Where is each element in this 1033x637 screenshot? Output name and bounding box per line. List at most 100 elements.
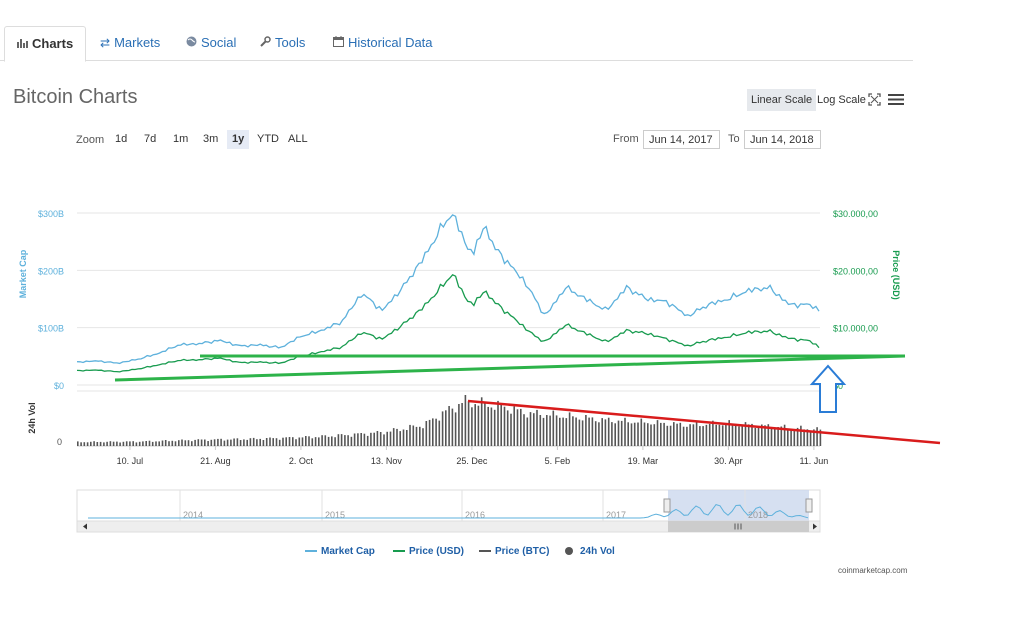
- volume-bar: [210, 439, 213, 446]
- volume-bar: [451, 408, 454, 446]
- volume-bar: [246, 439, 248, 446]
- volume-bar: [324, 435, 327, 446]
- volume-bar: [129, 441, 131, 446]
- volume-bar: [145, 441, 147, 446]
- price-chart: $0$100B$200B$300BMarket Cap$0$10.000,00$…: [18, 209, 941, 557]
- volume-bar: [80, 442, 82, 446]
- volume-bar: [620, 420, 623, 446]
- volume-bar: [331, 436, 333, 446]
- volume-bar: [448, 406, 450, 446]
- volume-bar: [604, 419, 607, 446]
- volume-bar: [533, 413, 535, 446]
- volume-bar: [435, 418, 437, 446]
- x-tick-label: 5. Feb: [545, 456, 571, 466]
- volume-bar: [695, 422, 698, 446]
- volume-bar: [191, 441, 193, 446]
- volume-bar: [441, 411, 444, 446]
- volume-bar: [181, 439, 183, 446]
- left-axis-tick-label: $300B: [38, 209, 64, 219]
- volume-bar: [321, 435, 323, 446]
- volume-bar: [357, 433, 359, 446]
- volume-bar: [272, 438, 274, 446]
- volume-downtrend-line: [467, 399, 941, 445]
- legend-item-label: Market Cap: [321, 546, 375, 557]
- volume-bar: [627, 422, 629, 446]
- volume-bar: [353, 433, 356, 446]
- volume-bar: [500, 404, 502, 446]
- volume-bar: [718, 424, 721, 446]
- volume-bar: [650, 424, 652, 446]
- volume-bar: [366, 435, 369, 446]
- volume-bar: [106, 441, 108, 446]
- volume-bar: [647, 423, 649, 446]
- volume-bar: [337, 434, 340, 446]
- volume-bar: [585, 415, 587, 446]
- support-trendline: [114, 354, 906, 382]
- volume-bar: [327, 436, 330, 446]
- volume-bar: [510, 413, 512, 446]
- navigator: 2014 2015 2016 2017 2018: [76, 489, 821, 533]
- volume-bar: [529, 412, 532, 446]
- volume-bar: [292, 437, 294, 446]
- volume-bar: [588, 417, 590, 446]
- volume-bar: [747, 424, 750, 446]
- volume-bar: [96, 442, 99, 446]
- volume-bar: [432, 418, 434, 446]
- chart-series: [76, 214, 820, 373]
- volume-bar: [230, 439, 232, 446]
- volume-bar: [581, 420, 584, 446]
- navigator-handle-left: [663, 498, 671, 513]
- volume-bar: [666, 425, 669, 446]
- volume-bar: [487, 406, 489, 446]
- volume-bar: [630, 423, 633, 446]
- volume-bar: [125, 441, 128, 446]
- volume-bar: [402, 429, 405, 446]
- volume-bar: [116, 441, 118, 446]
- volume-bar: [285, 437, 287, 446]
- volume-bar: [480, 397, 483, 446]
- volume-bar: [178, 440, 180, 446]
- volume-bar: [282, 437, 284, 446]
- volume-bar: [578, 419, 581, 446]
- volume-bar: [438, 420, 441, 446]
- volume-bar: [458, 404, 460, 446]
- volume-bar: [370, 432, 372, 446]
- volume-bar: [161, 440, 164, 446]
- left-axis-tick-label: $200B: [38, 266, 64, 276]
- volume-bar: [318, 437, 320, 446]
- volume-bar: [288, 437, 291, 446]
- volume-bar: [243, 439, 245, 446]
- volume-bar: [93, 441, 95, 446]
- volume-bar: [734, 423, 737, 446]
- volume-bar: [99, 441, 102, 446]
- volume-bar: [103, 442, 105, 446]
- volume-bar: [611, 422, 613, 446]
- volume-bar: [640, 418, 643, 446]
- volume-bar: [360, 433, 362, 446]
- legend-swatch: [565, 547, 573, 555]
- volume-bar: [301, 437, 304, 446]
- volume-bar: [399, 431, 401, 446]
- volume-bar: [715, 424, 717, 446]
- volume-bar: [295, 439, 297, 446]
- volume-bar: [471, 407, 473, 446]
- volume-bar: [555, 415, 558, 446]
- volume-bar: [689, 424, 691, 446]
- volume-bar: [663, 422, 665, 446]
- volume-bar: [741, 425, 743, 446]
- volume-bar: [474, 404, 476, 446]
- left-axis-title: Market Cap: [18, 249, 28, 298]
- volume-bar: [594, 421, 597, 446]
- volume-bar: [520, 408, 522, 446]
- volume-bar: [376, 431, 379, 446]
- volume-bar: [174, 441, 177, 446]
- volume-bar: [77, 441, 79, 446]
- right-axis-title: Price (USD): [891, 250, 901, 300]
- volume-bar: [168, 441, 170, 446]
- x-tick-label: 10. Jul: [117, 456, 144, 466]
- volume-bar: [308, 436, 310, 446]
- volume-bar: [278, 439, 281, 446]
- volume-bar: [425, 421, 428, 446]
- volume-bar: [155, 441, 157, 446]
- volume-bar: [259, 438, 261, 446]
